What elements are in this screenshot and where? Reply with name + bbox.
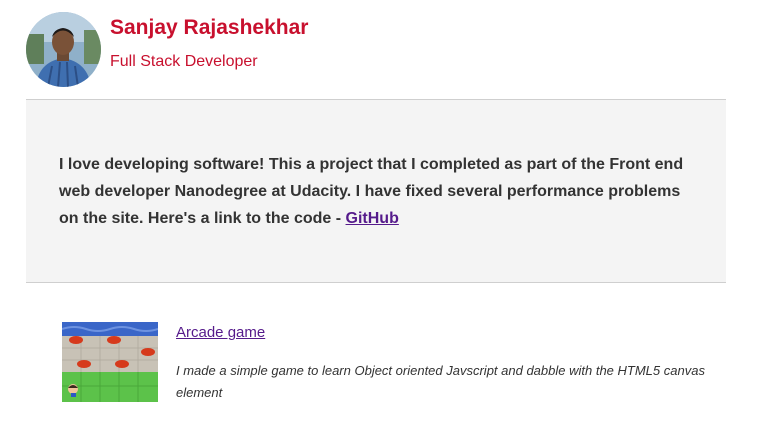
about-section: I love developing software! This a proje… — [26, 100, 726, 282]
project-description: I made a simple game to learn Object ori… — [176, 363, 705, 400]
project-thumbnail[interactable] — [62, 322, 158, 402]
about-paragraph: I love developing software! This a proje… — [59, 151, 699, 232]
avatar-photo — [26, 12, 101, 87]
project-title-link[interactable]: Arcade game — [176, 324, 265, 341]
about-divider — [26, 282, 726, 283]
profile-role: Full Stack Developer — [110, 53, 258, 70]
project-item: Arcade game I made a simple game to lear… — [62, 322, 722, 404]
profile-header: Sanjay Rajashekhar Full Stack Developer — [26, 12, 726, 88]
arcade-game-thumbnail — [62, 322, 158, 402]
avatar — [26, 12, 101, 87]
profile-name: Sanjay Rajashekhar — [110, 16, 309, 39]
github-link[interactable]: GitHub — [346, 210, 399, 227]
